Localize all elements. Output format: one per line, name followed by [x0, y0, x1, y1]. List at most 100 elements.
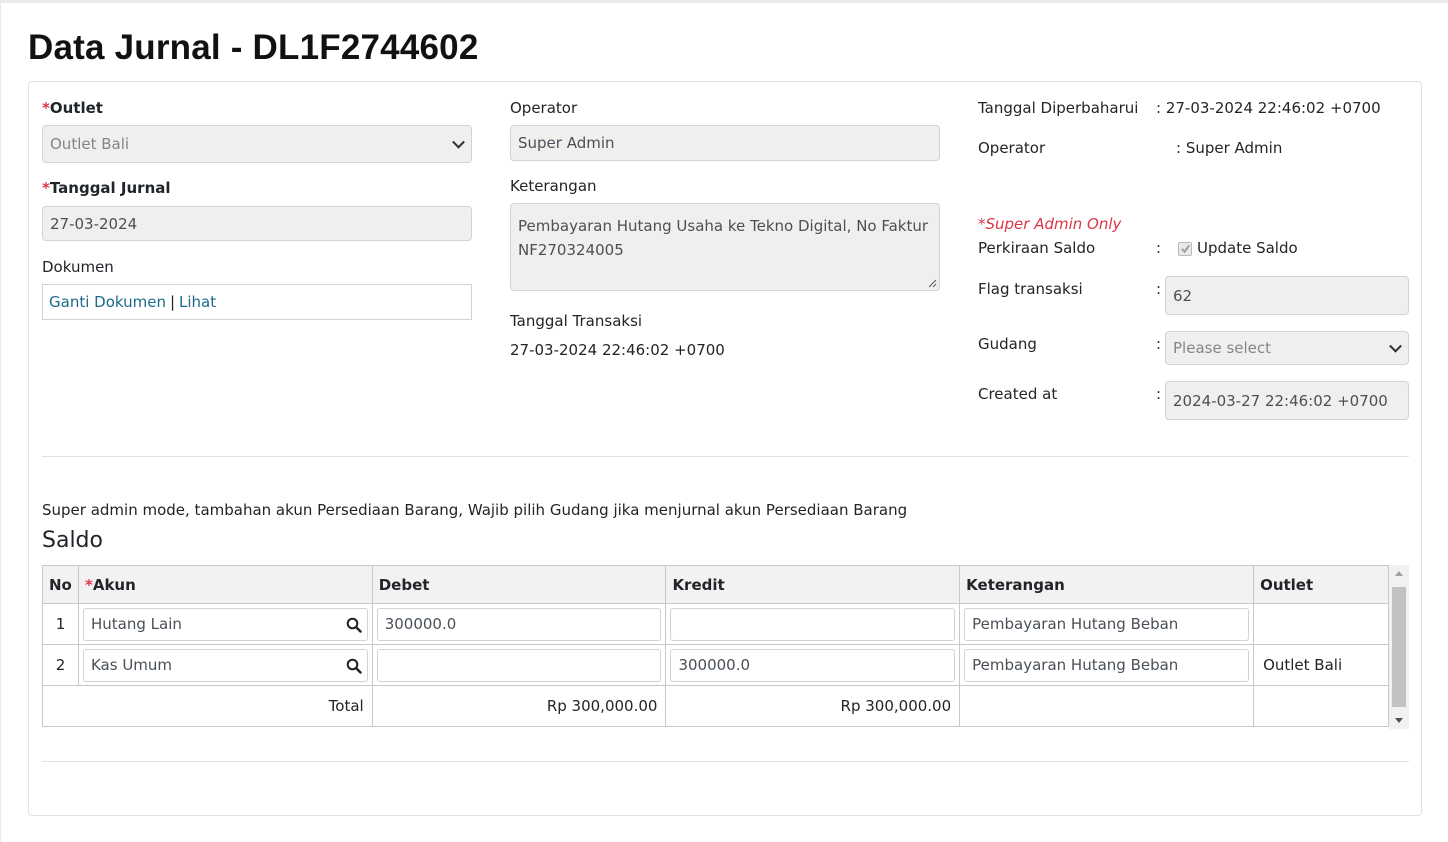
- akun-value: Hutang Lain: [90, 615, 182, 633]
- kredit-input[interactable]: [670, 607, 956, 641]
- right-operator-value: : Super Admin: [1176, 139, 1283, 157]
- akun-input[interactable]: Kas Umum: [82, 648, 368, 682]
- chevron-down-icon: [1389, 339, 1402, 353]
- keterangan-textarea[interactable]: Pembayaran Hutang Usaha ke Tekno Digital…: [510, 203, 940, 291]
- left-border: [0, 0, 1, 842]
- created-at-field: 2024-03-27 22:46:02 +0700: [1165, 381, 1409, 420]
- required-mark: *: [84, 575, 93, 594]
- dokumen-box: Ganti Dokumen | Lihat: [42, 284, 472, 320]
- total-keterangan-empty: [959, 685, 1255, 727]
- outlet-select[interactable]: Outlet Bali: [42, 125, 472, 163]
- operator-value: Super Admin: [518, 134, 615, 152]
- colon: :: [1156, 280, 1162, 298]
- tanggal-jurnal-label: *Tanggal Jurnal: [42, 179, 171, 197]
- lihat-link[interactable]: Lihat: [179, 293, 216, 311]
- total-row: Total Rp 300,000.00 Rp 300,000.00: [42, 685, 1389, 727]
- col-akun: *Akun: [77, 565, 373, 604]
- table-row: 2 Kas Umum 300000.0 Pembayaran Hutang Be…: [42, 644, 1389, 686]
- tanggal-transaksi-value: 27-03-2024 22:46:02 +0700: [510, 341, 725, 359]
- total-kredit: Rp 300,000.00: [665, 685, 961, 727]
- tanggal-diperbaharui-value: : 27-03-2024 22:46:02 +0700: [1156, 99, 1381, 117]
- akun-cell: Hutang Lain: [77, 603, 373, 645]
- top-border: [0, 0, 1448, 3]
- outlet-cell: Outlet Bali: [1253, 644, 1389, 686]
- col-debet: Debet: [371, 565, 667, 604]
- table-header-row: No *Akun Debet Kredit Keterangan Outlet: [42, 565, 1389, 604]
- perkiraan-saldo-label: Perkiraan Saldo: [978, 239, 1096, 257]
- scroll-up-icon[interactable]: [1395, 571, 1403, 576]
- keterangan-value: Pembayaran Hutang Usaha ke Tekno Digital…: [518, 217, 929, 259]
- debet-input[interactable]: 300000.0: [376, 607, 662, 641]
- total-label: Total: [42, 685, 373, 727]
- keterangan-cell: Pembayaran Hutang Beban: [959, 603, 1255, 645]
- tanggal-jurnal-field[interactable]: 27-03-2024: [42, 206, 472, 241]
- search-icon[interactable]: [346, 658, 362, 674]
- debet-input[interactable]: [376, 648, 662, 682]
- chevron-down-icon: [452, 135, 465, 149]
- debet-cell: 300000.0: [371, 603, 667, 645]
- colon: :: [1156, 385, 1162, 403]
- right-operator-label: Operator: [978, 139, 1046, 157]
- keterangan-input[interactable]: Pembayaran Hutang Beban: [964, 648, 1250, 682]
- operator-label: Operator: [510, 99, 578, 117]
- outlet-label-text: Outlet: [49, 99, 103, 117]
- total-outlet-empty: [1253, 685, 1389, 727]
- table-scrollbar[interactable]: [1389, 565, 1409, 729]
- scroll-down-icon[interactable]: [1395, 718, 1403, 723]
- row-no: 1: [42, 603, 79, 645]
- keterangan-input[interactable]: Pembayaran Hutang Beban: [964, 607, 1250, 641]
- tanggal-transaksi-label: Tanggal Transaksi: [510, 312, 643, 330]
- col-keterangan: Keterangan: [959, 565, 1255, 604]
- akun-cell: Kas Umum: [77, 644, 373, 686]
- page-title: Data Jurnal - DL1F2744602: [28, 28, 479, 67]
- kredit-cell: [665, 603, 961, 645]
- flag-transaksi-label: Flag transaksi: [978, 280, 1083, 298]
- dokumen-label: Dokumen: [42, 258, 114, 276]
- akun-input[interactable]: Hutang Lain: [82, 607, 368, 641]
- checkmark-icon: [1180, 244, 1190, 254]
- required-mark: *: [42, 179, 50, 197]
- created-at-label: Created at: [978, 385, 1058, 403]
- col-outlet: Outlet: [1253, 565, 1389, 604]
- outlet-select-value: Outlet Bali: [50, 135, 130, 153]
- row-no: 2: [42, 644, 79, 686]
- created-at-value: 2024-03-27 22:46:02 +0700: [1173, 391, 1388, 410]
- tanggal-diperbaharui-label: Tanggal Diperbaharui: [978, 99, 1139, 117]
- gudang-select[interactable]: Please select: [1165, 331, 1409, 365]
- update-saldo-checkbox[interactable]: [1178, 241, 1192, 256]
- gudang-label: Gudang: [978, 335, 1037, 353]
- update-saldo-checkbox-group[interactable]: Update Saldo: [1178, 239, 1298, 257]
- col-no: No: [42, 565, 79, 604]
- resize-handle-icon[interactable]: [927, 278, 937, 288]
- tanggal-jurnal-label-text: Tanggal Jurnal: [49, 179, 171, 197]
- table-row: 1 Hutang Lain 300000.0 Pembayaran Hutang…: [42, 603, 1389, 645]
- ganti-dokumen-link[interactable]: Ganti Dokumen: [49, 293, 166, 311]
- col-kredit: Kredit: [665, 565, 961, 604]
- link-separator: |: [169, 293, 176, 311]
- operator-field: Super Admin: [510, 125, 940, 161]
- gudang-placeholder: Please select: [1173, 339, 1272, 357]
- required-mark: *: [42, 99, 50, 117]
- colon: :: [1156, 335, 1162, 353]
- keterangan-label: Keterangan: [510, 177, 597, 195]
- super-admin-note: *Super Admin Only: [978, 215, 1122, 233]
- bottom-divider: [42, 761, 1409, 762]
- section-divider: [42, 456, 1409, 457]
- flag-transaksi-field: 62: [1165, 276, 1409, 315]
- outlet-cell: [1253, 603, 1389, 645]
- debet-cell: [371, 644, 667, 686]
- col-akun-text: Akun: [92, 575, 136, 594]
- flag-transaksi-value: 62: [1173, 286, 1193, 305]
- total-debet: Rp 300,000.00: [371, 685, 667, 727]
- akun-value: Kas Umum: [90, 656, 173, 674]
- search-icon[interactable]: [346, 617, 362, 633]
- update-saldo-label: Update Saldo: [1197, 239, 1298, 257]
- scroll-thumb[interactable]: [1392, 587, 1406, 707]
- tanggal-jurnal-value: 27-03-2024: [50, 214, 138, 233]
- journal-card: *Outlet Outlet Bali *Tanggal Jurnal 27-0…: [28, 81, 1422, 816]
- colon: :: [1156, 239, 1162, 257]
- saldo-table: No *Akun Debet Kredit Keterangan Outlet …: [42, 565, 1389, 727]
- saldo-heading: Saldo: [42, 528, 103, 553]
- keterangan-cell: Pembayaran Hutang Beban: [959, 644, 1255, 686]
- kredit-input[interactable]: 300000.0: [670, 648, 956, 682]
